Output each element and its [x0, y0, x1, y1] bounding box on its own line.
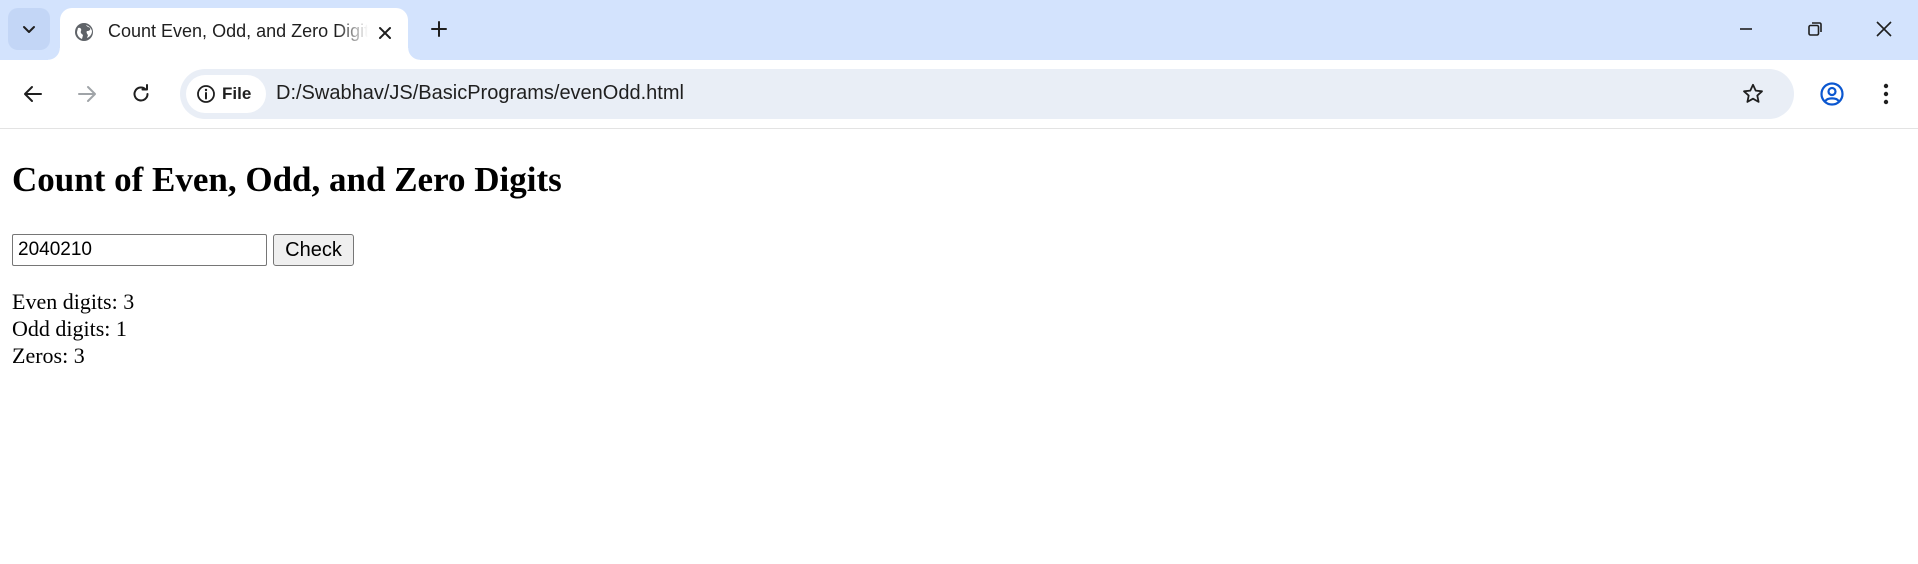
info-icon: [197, 85, 215, 103]
chevron-down-icon: [23, 26, 35, 33]
browser-toolbar: File D:/Swabhav/JS/BasicPrograms/evenOdd…: [0, 60, 1918, 129]
page-content: Count of Even, Odd, and Zero Digits Chec…: [0, 130, 1918, 564]
minimize-icon: [1740, 28, 1752, 30]
restore-button[interactable]: [1781, 0, 1849, 58]
address-bar[interactable]: File D:/Swabhav/JS/BasicPrograms/evenOdd…: [180, 69, 1794, 119]
tab-strip: Count Even, Odd, and Zero Digits: [0, 0, 1918, 60]
tab-close-icon[interactable]: [374, 22, 396, 44]
bookmark-button[interactable]: [1735, 76, 1771, 112]
site-chip-label: File: [222, 84, 252, 103]
menu-button[interactable]: [1868, 76, 1904, 112]
tab-title: Count Even, Odd, and Zero Digits: [108, 21, 368, 41]
zeros-result: Zeros: 3: [12, 343, 85, 368]
back-button[interactable]: [13, 74, 53, 114]
browser-tab-active[interactable]: Count Even, Odd, and Zero Digits: [48, 8, 420, 60]
star-icon: [1743, 83, 1763, 103]
url-text[interactable]: D:/Swabhav/JS/BasicPrograms/evenOdd.html: [276, 82, 684, 105]
arrow-right-icon: [78, 86, 96, 102]
restore-icon: [1808, 22, 1822, 36]
profile-button[interactable]: [1814, 76, 1850, 112]
account-circle-icon: [1820, 82, 1844, 106]
new-tab-button[interactable]: [422, 12, 456, 46]
tab-search-button[interactable]: [8, 8, 50, 50]
forward-button[interactable]: [67, 74, 107, 114]
results-output: Even digits: 3 Odd digits: 1 Zeros: 3: [12, 288, 134, 369]
arrow-left-icon: [24, 86, 42, 102]
globe-icon: [72, 20, 96, 44]
check-button[interactable]: Check: [273, 234, 354, 266]
close-window-button[interactable]: [1850, 0, 1918, 58]
more-vertical-icon: [1883, 83, 1889, 105]
close-icon: [1876, 21, 1892, 37]
minimize-button[interactable]: [1712, 0, 1780, 58]
odd-digits-result: Odd digits: 1: [12, 316, 127, 341]
page-title: Count of Even, Odd, and Zero Digits: [12, 160, 562, 199]
site-info-chip[interactable]: File: [186, 75, 266, 113]
plus-icon: [431, 21, 447, 37]
reload-button[interactable]: [121, 74, 161, 114]
even-digits-result: Even digits: 3: [12, 289, 135, 314]
number-input[interactable]: [12, 234, 267, 266]
reload-icon: [133, 84, 149, 102]
